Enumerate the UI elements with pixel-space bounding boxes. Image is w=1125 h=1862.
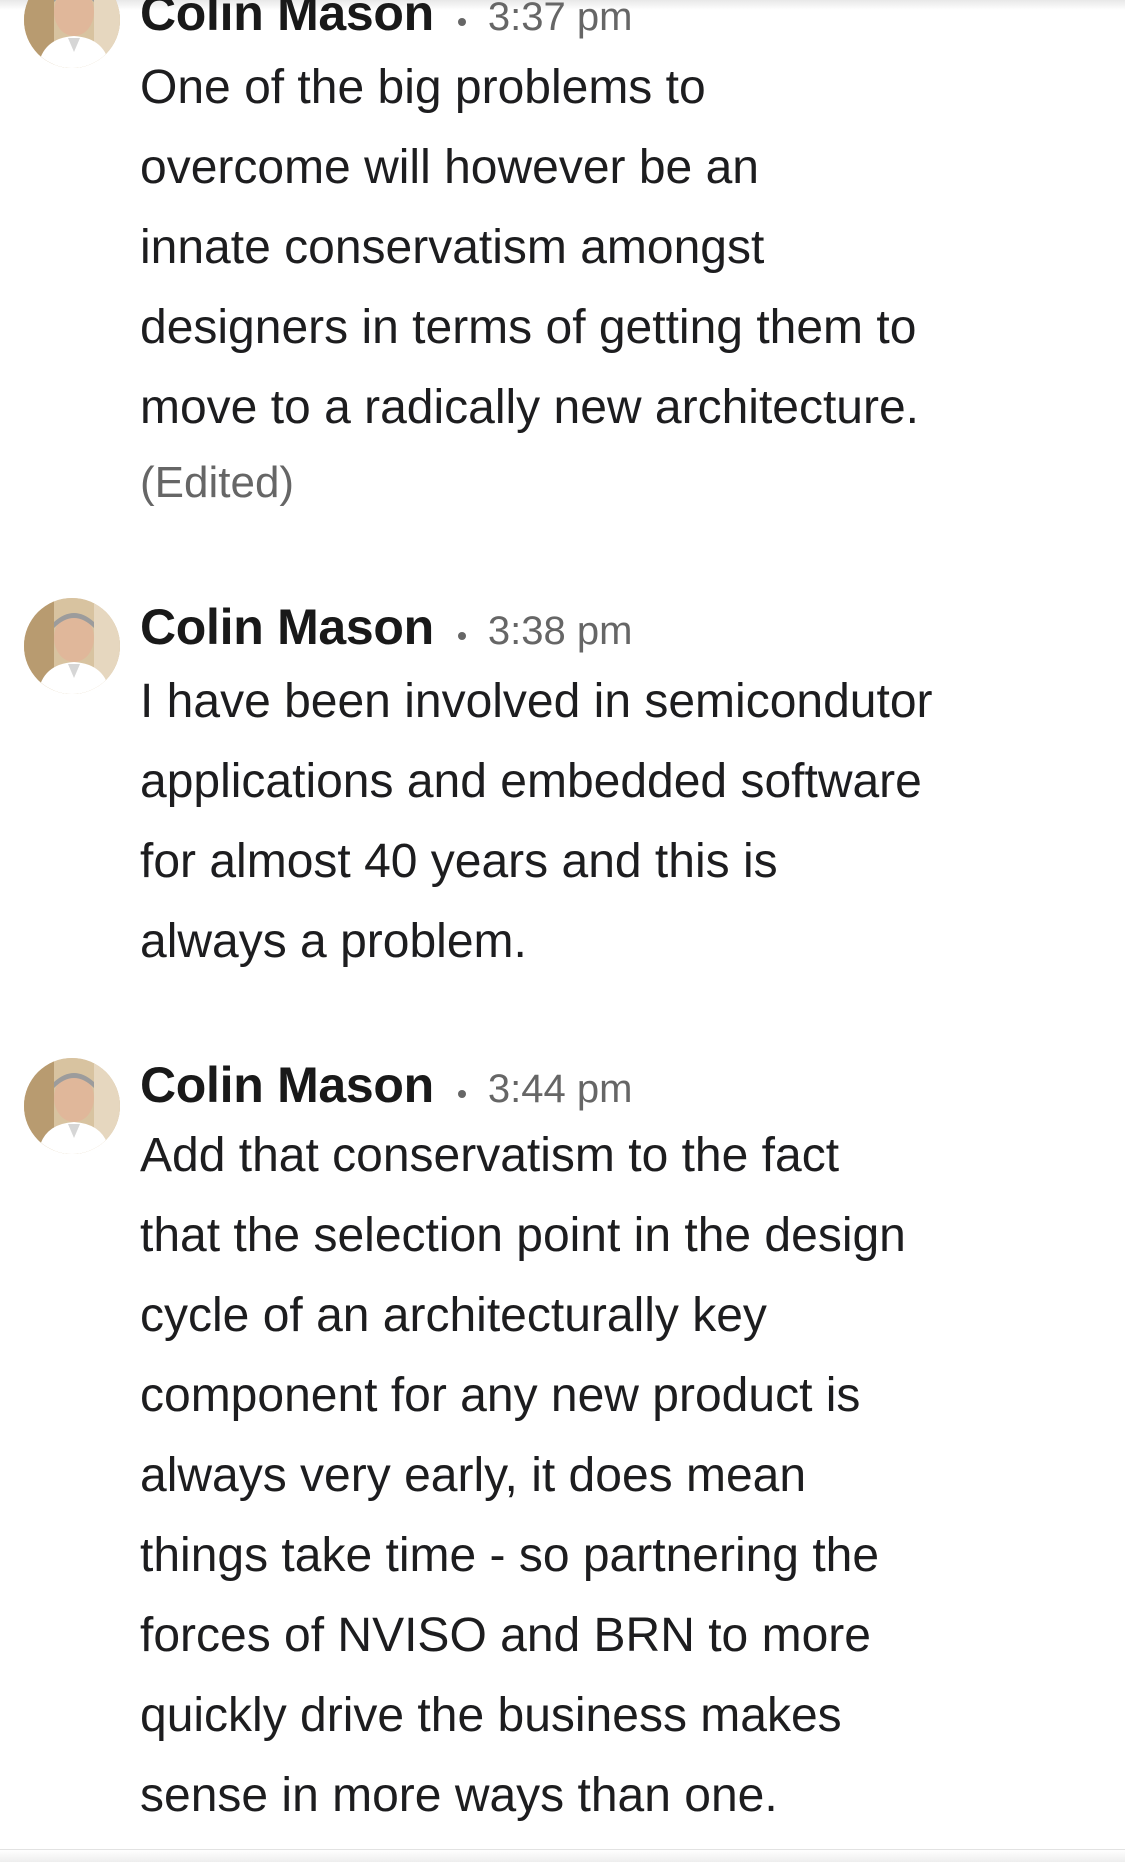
user-avatar-icon xyxy=(24,0,120,68)
avatar[interactable] xyxy=(24,1058,120,1154)
message-text: I have been involved in semicondutor app… xyxy=(140,675,933,968)
message-header: Colin Mason 3:44 pm xyxy=(140,1056,632,1116)
author-name[interactable]: Colin Mason xyxy=(140,599,434,655)
separator-dot-icon xyxy=(457,17,466,26)
user-avatar-icon xyxy=(24,598,120,694)
timestamp: 3:44 pm xyxy=(487,1067,633,1111)
avatar[interactable] xyxy=(24,0,120,68)
author-name[interactable]: Colin Mason xyxy=(140,1057,434,1113)
timestamp: 3:37 pm xyxy=(487,0,633,39)
separator-dot-icon xyxy=(457,631,466,640)
message-text: One of the big problems to overcome will… xyxy=(140,61,920,434)
edited-label: (Edited) xyxy=(140,458,295,507)
timestamp: 3:38 pm xyxy=(487,609,633,653)
author-name[interactable]: Colin Mason xyxy=(140,0,434,41)
user-avatar-icon xyxy=(24,1058,120,1154)
avatar[interactable] xyxy=(24,598,120,694)
separator-dot-icon xyxy=(457,1089,466,1098)
bottom-divider xyxy=(0,1849,1125,1862)
message-header: Colin Mason 3:38 pm xyxy=(140,598,632,658)
message-text: Add that conservatism to the fact that t… xyxy=(140,1129,906,1822)
message-header: Colin Mason 3:37 pm xyxy=(140,0,632,44)
